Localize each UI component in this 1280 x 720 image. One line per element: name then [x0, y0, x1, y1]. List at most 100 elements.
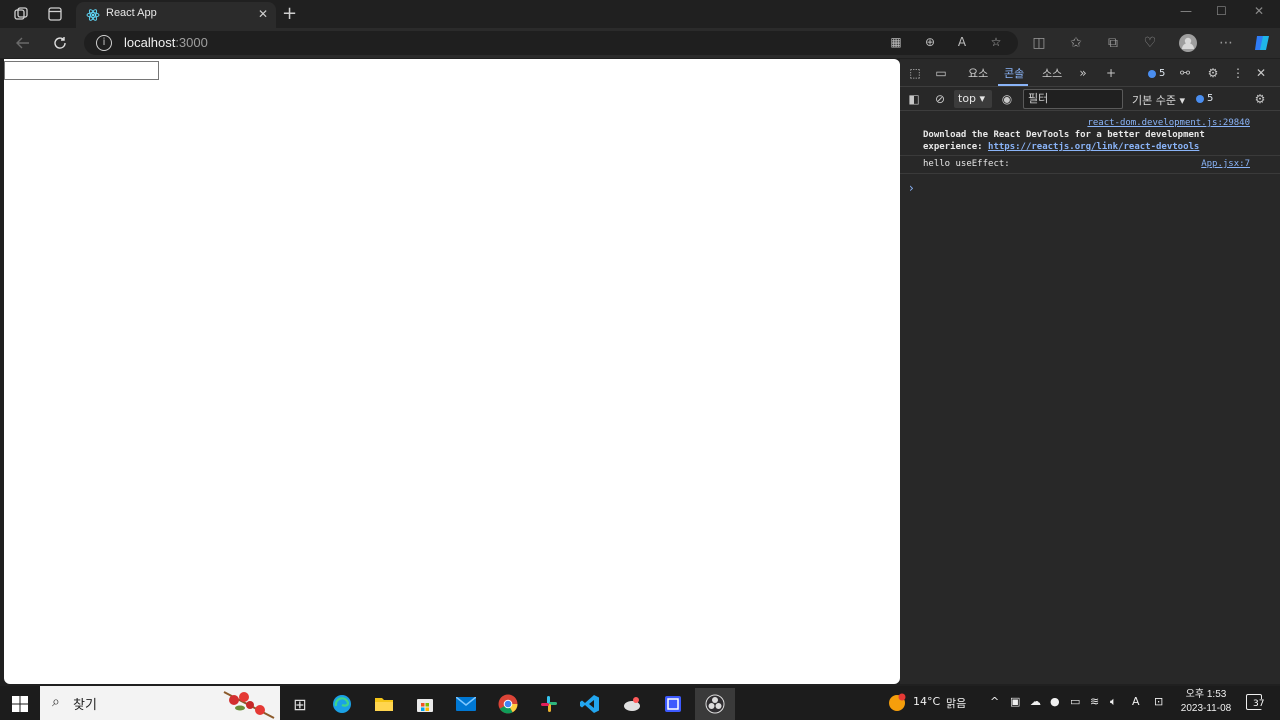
obs-studio-icon[interactable]: [695, 688, 735, 720]
app-window-icon[interactable]: [653, 688, 693, 720]
url-bar[interactable]: i localhost:3000 ▦ ⊕ A ☆: [84, 31, 1018, 55]
customize-menu-icon[interactable]: ⋮: [1231, 66, 1245, 80]
url-text: localhost:3000: [124, 35, 208, 50]
meet-now-icon[interactable]: ▣: [1010, 695, 1020, 708]
connections-icon[interactable]: ⚯: [1178, 66, 1192, 80]
vscode-icon[interactable]: [570, 688, 610, 720]
react-devtools-link[interactable]: https://reactjs.org/link/react-devtools: [988, 142, 1199, 152]
favorite-star-icon[interactable]: ☆: [988, 35, 1004, 51]
tab-title: React App: [106, 7, 157, 19]
clock-date: 2023-11-08: [1180, 703, 1232, 714]
battery-icon[interactable]: ▭: [1070, 695, 1080, 708]
show-hidden-icons-icon[interactable]: ^: [990, 695, 999, 708]
search-icon: ⌕: [52, 694, 60, 710]
volume-icon[interactable]: 🔈︎: [1110, 695, 1117, 709]
page-viewport: [4, 59, 900, 684]
microphone-icon[interactable]: ●: [1050, 695, 1060, 708]
tab-sources[interactable]: 소스: [1042, 65, 1062, 81]
devtools-panel: ⬚ ▭ 요소 콘솔 소스 » + 5 ⚯ ⚙ ⋮ ✕ ◧ ⊘ top ▾ ◉ 필…: [900, 59, 1280, 684]
console-toolbar: ◧ ⊘ top ▾ ◉ 필터 기본 수준 ▾ 5 ⚙: [900, 87, 1280, 111]
taskbar-clock[interactable]: 오후 1:53 2023-11-08: [1178, 688, 1234, 716]
tab-close-icon[interactable]: ✕: [258, 7, 268, 21]
tab-actions-icon[interactable]: [46, 5, 64, 23]
log-levels-dropdown[interactable]: 기본 수준 ▾: [1132, 92, 1185, 108]
console-message: react-dom.development.js:29840 Download …: [900, 115, 1280, 156]
collections-icon[interactable]: ⧉: [1104, 34, 1122, 52]
issues-count: 5: [1159, 68, 1166, 79]
cloud-sync-icon[interactable]: ☁: [1030, 695, 1041, 708]
minimize-icon[interactable]: —: [1180, 4, 1192, 18]
browser-essentials-icon[interactable]: ♡: [1141, 34, 1159, 52]
start-windows-icon[interactable]: [0, 688, 40, 720]
taskbar-search[interactable]: ⌕ 찾기: [40, 686, 280, 720]
settings-icon[interactable]: ⚙: [1206, 66, 1220, 80]
console-message: hello useEffect: App.jsx:7: [900, 156, 1280, 174]
messages-count: 5: [1207, 93, 1214, 104]
site-info-icon[interactable]: i: [96, 35, 112, 51]
clear-console-icon[interactable]: ⊘: [933, 92, 947, 106]
filter-placeholder: 필터: [1028, 92, 1049, 105]
notification-count: 37: [1252, 699, 1266, 709]
url-host: localhost: [124, 35, 176, 50]
more-options-icon[interactable]: ⋯: [1217, 34, 1235, 52]
refresh-icon[interactable]: [51, 34, 69, 52]
device-emulation-icon[interactable]: ▭: [934, 66, 948, 80]
sidebar-toggle-icon[interactable]: ◧: [907, 92, 921, 106]
mail-icon[interactable]: [446, 688, 486, 720]
devtools-close-icon[interactable]: ✕: [1254, 66, 1268, 80]
search-label: 찾기: [73, 698, 97, 713]
weather-icon[interactable]: [887, 693, 907, 716]
log-levels-label: 기본 수준: [1132, 94, 1176, 107]
messages-badge[interactable]: 5: [1196, 93, 1213, 104]
back-icon[interactable]: [14, 34, 32, 52]
context-select[interactable]: top ▾: [954, 90, 992, 108]
page-text-input[interactable]: [4, 61, 159, 80]
berries-illustration-icon: [223, 691, 275, 719]
copilot-icon[interactable]: [1253, 34, 1271, 52]
add-tab-icon[interactable]: +: [1104, 66, 1118, 80]
profile-avatar[interactable]: [1179, 34, 1197, 52]
issues-badge[interactable]: 5: [1148, 68, 1165, 79]
tab-console[interactable]: 콘솔: [1004, 65, 1024, 81]
notification-center-icon[interactable]: 37: [1246, 694, 1266, 710]
weather-desc[interactable]: 맑음: [946, 695, 966, 711]
maximize-icon[interactable]: ☐: [1216, 4, 1227, 18]
split-screen-icon[interactable]: ◫: [1030, 34, 1048, 52]
favorites-icon[interactable]: ✩: [1067, 34, 1085, 52]
react-logo-icon: [86, 7, 100, 21]
new-tab-icon[interactable]: +: [282, 3, 297, 24]
chrome-icon[interactable]: [488, 688, 528, 720]
microsoft-store-icon[interactable]: [405, 688, 445, 720]
clock-time: 오후 1:53: [1185, 689, 1227, 700]
devtools-tab-bar: ⬚ ▭ 요소 콘솔 소스 » + 5 ⚯ ⚙ ⋮ ✕: [900, 59, 1280, 87]
read-aloud-icon[interactable]: A: [954, 35, 970, 51]
screen: React App ✕ + — ☐ ✕ i localhost:3000 ▦ ⊕…: [0, 0, 1280, 720]
console-settings-icon[interactable]: ⚙: [1253, 92, 1267, 106]
console-prompt-icon[interactable]: ›: [909, 181, 914, 195]
app-available-icon[interactable]: ▦: [888, 35, 904, 51]
message-source-link[interactable]: App.jsx:7: [1201, 158, 1250, 170]
more-tabs-icon[interactable]: »: [1076, 66, 1090, 80]
tab-elements[interactable]: 요소: [968, 65, 988, 81]
workspaces-icon[interactable]: [12, 5, 30, 23]
edge-app-icon[interactable]: [322, 688, 362, 720]
filter-input[interactable]: 필터: [1023, 89, 1123, 109]
address-bar-row: i localhost:3000 ▦ ⊕ A ☆ ◫ ✩ ⧉ ♡ ⋯: [0, 28, 1280, 58]
message-icon: [1196, 94, 1204, 103]
slack-icon[interactable]: [529, 688, 569, 720]
weather-temp[interactable]: 14°C: [913, 695, 940, 708]
ime-mode-icon[interactable]: A: [1132, 695, 1140, 708]
window-close-icon[interactable]: ✕: [1254, 4, 1264, 18]
task-view-icon[interactable]: ⊞: [280, 688, 320, 720]
tab-react-app[interactable]: React App ✕: [76, 2, 276, 28]
zoom-icon[interactable]: ⊕: [922, 35, 938, 51]
wifi-icon[interactable]: ≋: [1090, 695, 1099, 708]
live-expression-eye-icon[interactable]: ◉: [1000, 92, 1014, 106]
url-port: :3000: [175, 35, 208, 50]
inspect-element-icon[interactable]: ⬚: [908, 66, 922, 80]
file-explorer-icon[interactable]: [364, 688, 404, 720]
keyboard-layout-icon[interactable]: ⊡: [1154, 695, 1163, 708]
whale-browser-icon[interactable]: [612, 688, 652, 720]
message-source-link[interactable]: react-dom.development.js:29840: [1087, 118, 1250, 128]
context-value: top: [958, 92, 977, 105]
